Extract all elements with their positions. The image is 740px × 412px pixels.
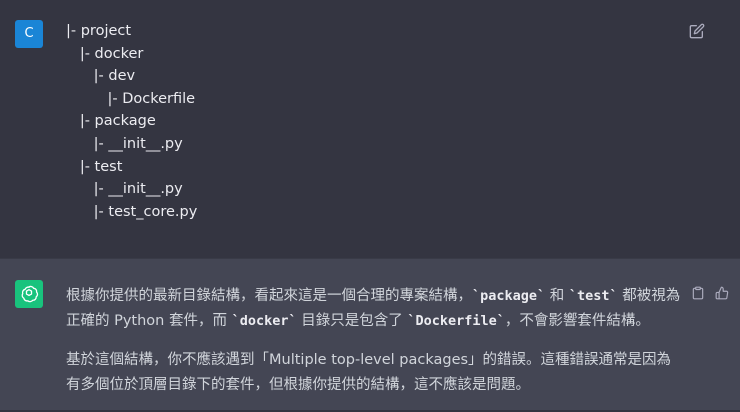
tree-line: |- project — [66, 23, 132, 39]
edit-message-button[interactable] — [688, 22, 706, 40]
reply-paragraph-2: 基於這個結構，你不應該遇到「Multiple top-level package… — [66, 352, 672, 393]
thumbs-up-button[interactable] — [714, 285, 730, 301]
chatgpt-avatar — [15, 280, 43, 308]
inline-code: `Dockerfile` — [407, 313, 505, 329]
copy-button[interactable] — [690, 285, 706, 301]
tree-line: |- Dockerfile — [66, 90, 196, 107]
tree-line: |- __init__.py — [66, 135, 183, 152]
thumbs-up-icon — [715, 286, 729, 300]
tree-line: |- __init__.py — [66, 181, 183, 198]
edit-icon — [689, 23, 705, 39]
openai-logo-icon — [21, 285, 39, 303]
inline-code: `docker` — [231, 313, 297, 329]
user-message: C |- project |- docker |- dev |- Dockerf… — [0, 0, 740, 258]
reply-text: 目錄只是包含了 — [296, 313, 408, 329]
assistant-message: 根據你提供的最新目錄結構，看起來這是一個合理的專案結構，`package` 和 … — [0, 258, 740, 410]
directory-tree: |- project |- docker |- dev |- Dockerfil… — [66, 20, 197, 223]
reply-actions — [690, 285, 730, 301]
inline-code: `package` — [472, 288, 546, 304]
assistant-reply: 根據你提供的最新目錄結構，看起來這是一個合理的專案結構，`package` 和 … — [66, 284, 684, 412]
tree-line: |- dev — [66, 68, 136, 85]
reply-text: 和 — [545, 288, 569, 304]
reply-text: ，不會影響套件結構。 — [504, 313, 650, 329]
clipboard-icon — [692, 286, 704, 300]
tree-line: |- test — [66, 158, 123, 175]
inline-code: `test` — [568, 288, 618, 304]
tree-line: |- package — [66, 113, 156, 130]
reply-paragraph-1: 根據你提供的最新目錄結構，看起來這是一個合理的專案結構，`package` 和 … — [66, 284, 684, 334]
reply-text: 根據你提供的最新目錄結構，看起來這是一個合理的專案結構， — [66, 288, 472, 304]
tree-line: |- docker — [66, 45, 144, 62]
user-avatar: C — [15, 20, 43, 48]
tree-line: |- test_core.py — [66, 203, 198, 220]
